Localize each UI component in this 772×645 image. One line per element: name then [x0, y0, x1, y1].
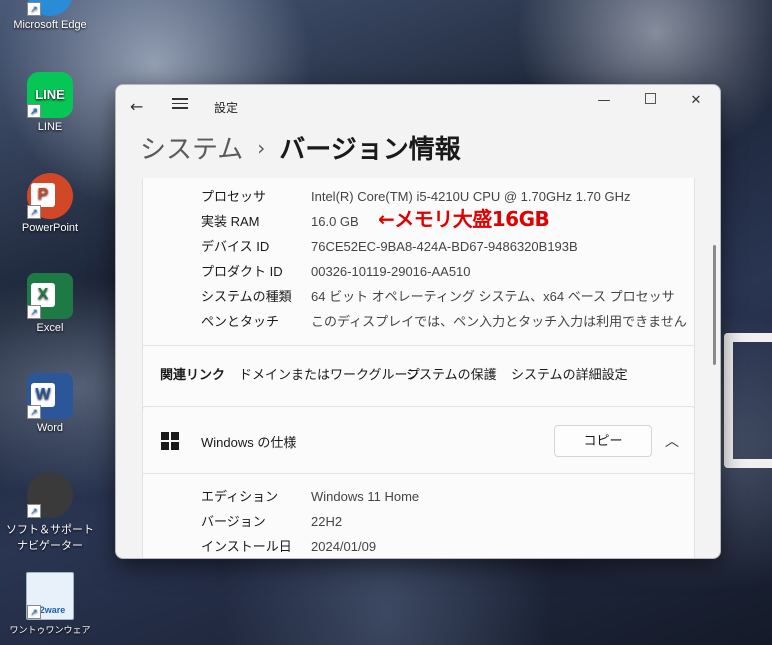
spec-row-pen-touch: ペンとタッチ このディスプレイでは、ペン入力とタッチ入力は利用できません: [201, 314, 687, 329]
12ware-icon: 12ware ↗: [26, 572, 74, 620]
windows-spec-card: Windows の仕様 コピー ︿ エディション Windows 11 Home …: [142, 406, 695, 558]
line-icon: LINE ↗: [27, 72, 73, 118]
desktop-icon-label: LINE: [37, 121, 63, 133]
background-window-fragment: [724, 333, 772, 468]
desktop-icon-label: Microsoft Edge: [13, 19, 87, 31]
spec-row-product-id: プロダクト ID 00326-10119-29016-AA510: [201, 264, 471, 279]
desktop-icon-line[interactable]: LINE ↗ LINE: [0, 72, 100, 133]
desktop-icon-label: Word: [36, 422, 64, 434]
breadcrumb-parent[interactable]: システム: [140, 135, 243, 165]
title-bar: ← 設定 — ✕: [116, 85, 720, 129]
powerpoint-icon: P ↗: [27, 173, 73, 219]
word-icon: W ↗: [27, 373, 73, 419]
spec-row-version: バージョン 22H2: [201, 514, 343, 529]
spec-row-install-date: インストール日 2024/01/09: [201, 539, 377, 554]
spec-row-device-id: デバイス ID 76CE52EC-9BA8-424A-BD67-9486320B1…: [201, 239, 578, 254]
hamburger-menu-icon[interactable]: [172, 95, 188, 109]
settings-window: ← 設定 — ✕ システム › バージョン情報 プロセッサ Intel(R) Core…: [115, 84, 721, 559]
breadcrumb: システム › バージョン情報: [140, 129, 461, 166]
desktop-icon-label: PowerPoint: [21, 222, 79, 234]
app-title: 設定: [214, 101, 239, 115]
maximize-button[interactable]: [640, 91, 660, 111]
desktop-icon-12ware[interactable]: 12ware ↗ ワントゥワンウェア: [0, 572, 100, 636]
desktop-icon-excel[interactable]: X ↗ Excel: [0, 273, 100, 334]
divider: [143, 345, 694, 346]
page-title: バージョン情報: [279, 135, 461, 165]
link-domain-workgroup[interactable]: ドメインまたはワークグループ: [239, 364, 420, 383]
desktop-icon-soft-support-navi[interactable]: ↗ ソフト＆サポートナビゲーター: [0, 472, 100, 553]
spec-row-ram: 実装 RAM 16.0 GB: [201, 214, 359, 229]
divider: [143, 473, 694, 474]
windows-spec-title: Windows の仕様: [201, 435, 297, 450]
edge-icon: ↗: [27, 0, 73, 16]
memory-annotation: ←メモリ大盛16GB: [378, 207, 550, 231]
spec-row-edition: エディション Windows 11 Home: [201, 489, 420, 504]
breadcrumb-separator: ›: [257, 136, 266, 160]
desktop-icon-edge[interactable]: ↗ Microsoft Edge: [0, 0, 100, 31]
back-arrow-icon[interactable]: ←: [130, 97, 143, 116]
link-system-protection[interactable]: システムの保護: [406, 364, 497, 383]
excel-icon: X ↗: [27, 273, 73, 319]
desktop-icon-label: ワントゥワンウェア: [9, 625, 91, 635]
windows-logo-icon: [161, 432, 179, 450]
desktop-icon-label: Excel: [36, 322, 64, 334]
scrollbar[interactable]: [713, 245, 716, 365]
copy-button[interactable]: コピー: [554, 425, 652, 457]
spec-row-system-type: システムの種類 64 ビット オペレーティング システム、x64 ベース プロセッ…: [201, 289, 675, 304]
chevron-up-icon[interactable]: ︿: [665, 431, 679, 451]
content-area[interactable]: プロセッサ Intel(R) Core(TM) i5-4210U CPU @ 1.…: [142, 178, 695, 558]
close-button[interactable]: ✕: [686, 91, 706, 111]
desktop-icon-powerpoint[interactable]: P ↗ PowerPoint: [0, 173, 100, 234]
desktop-icon-label: ソフト＆サポートナビゲーター: [6, 524, 94, 552]
soft-support-navi-icon: ↗: [27, 472, 73, 518]
desktop-icon-word[interactable]: W ↗ Word: [0, 373, 100, 434]
minimize-button[interactable]: —: [594, 91, 614, 111]
link-advanced-system-settings[interactable]: システムの詳細設定: [511, 364, 628, 383]
related-links-label: 関連リンク: [160, 367, 226, 382]
